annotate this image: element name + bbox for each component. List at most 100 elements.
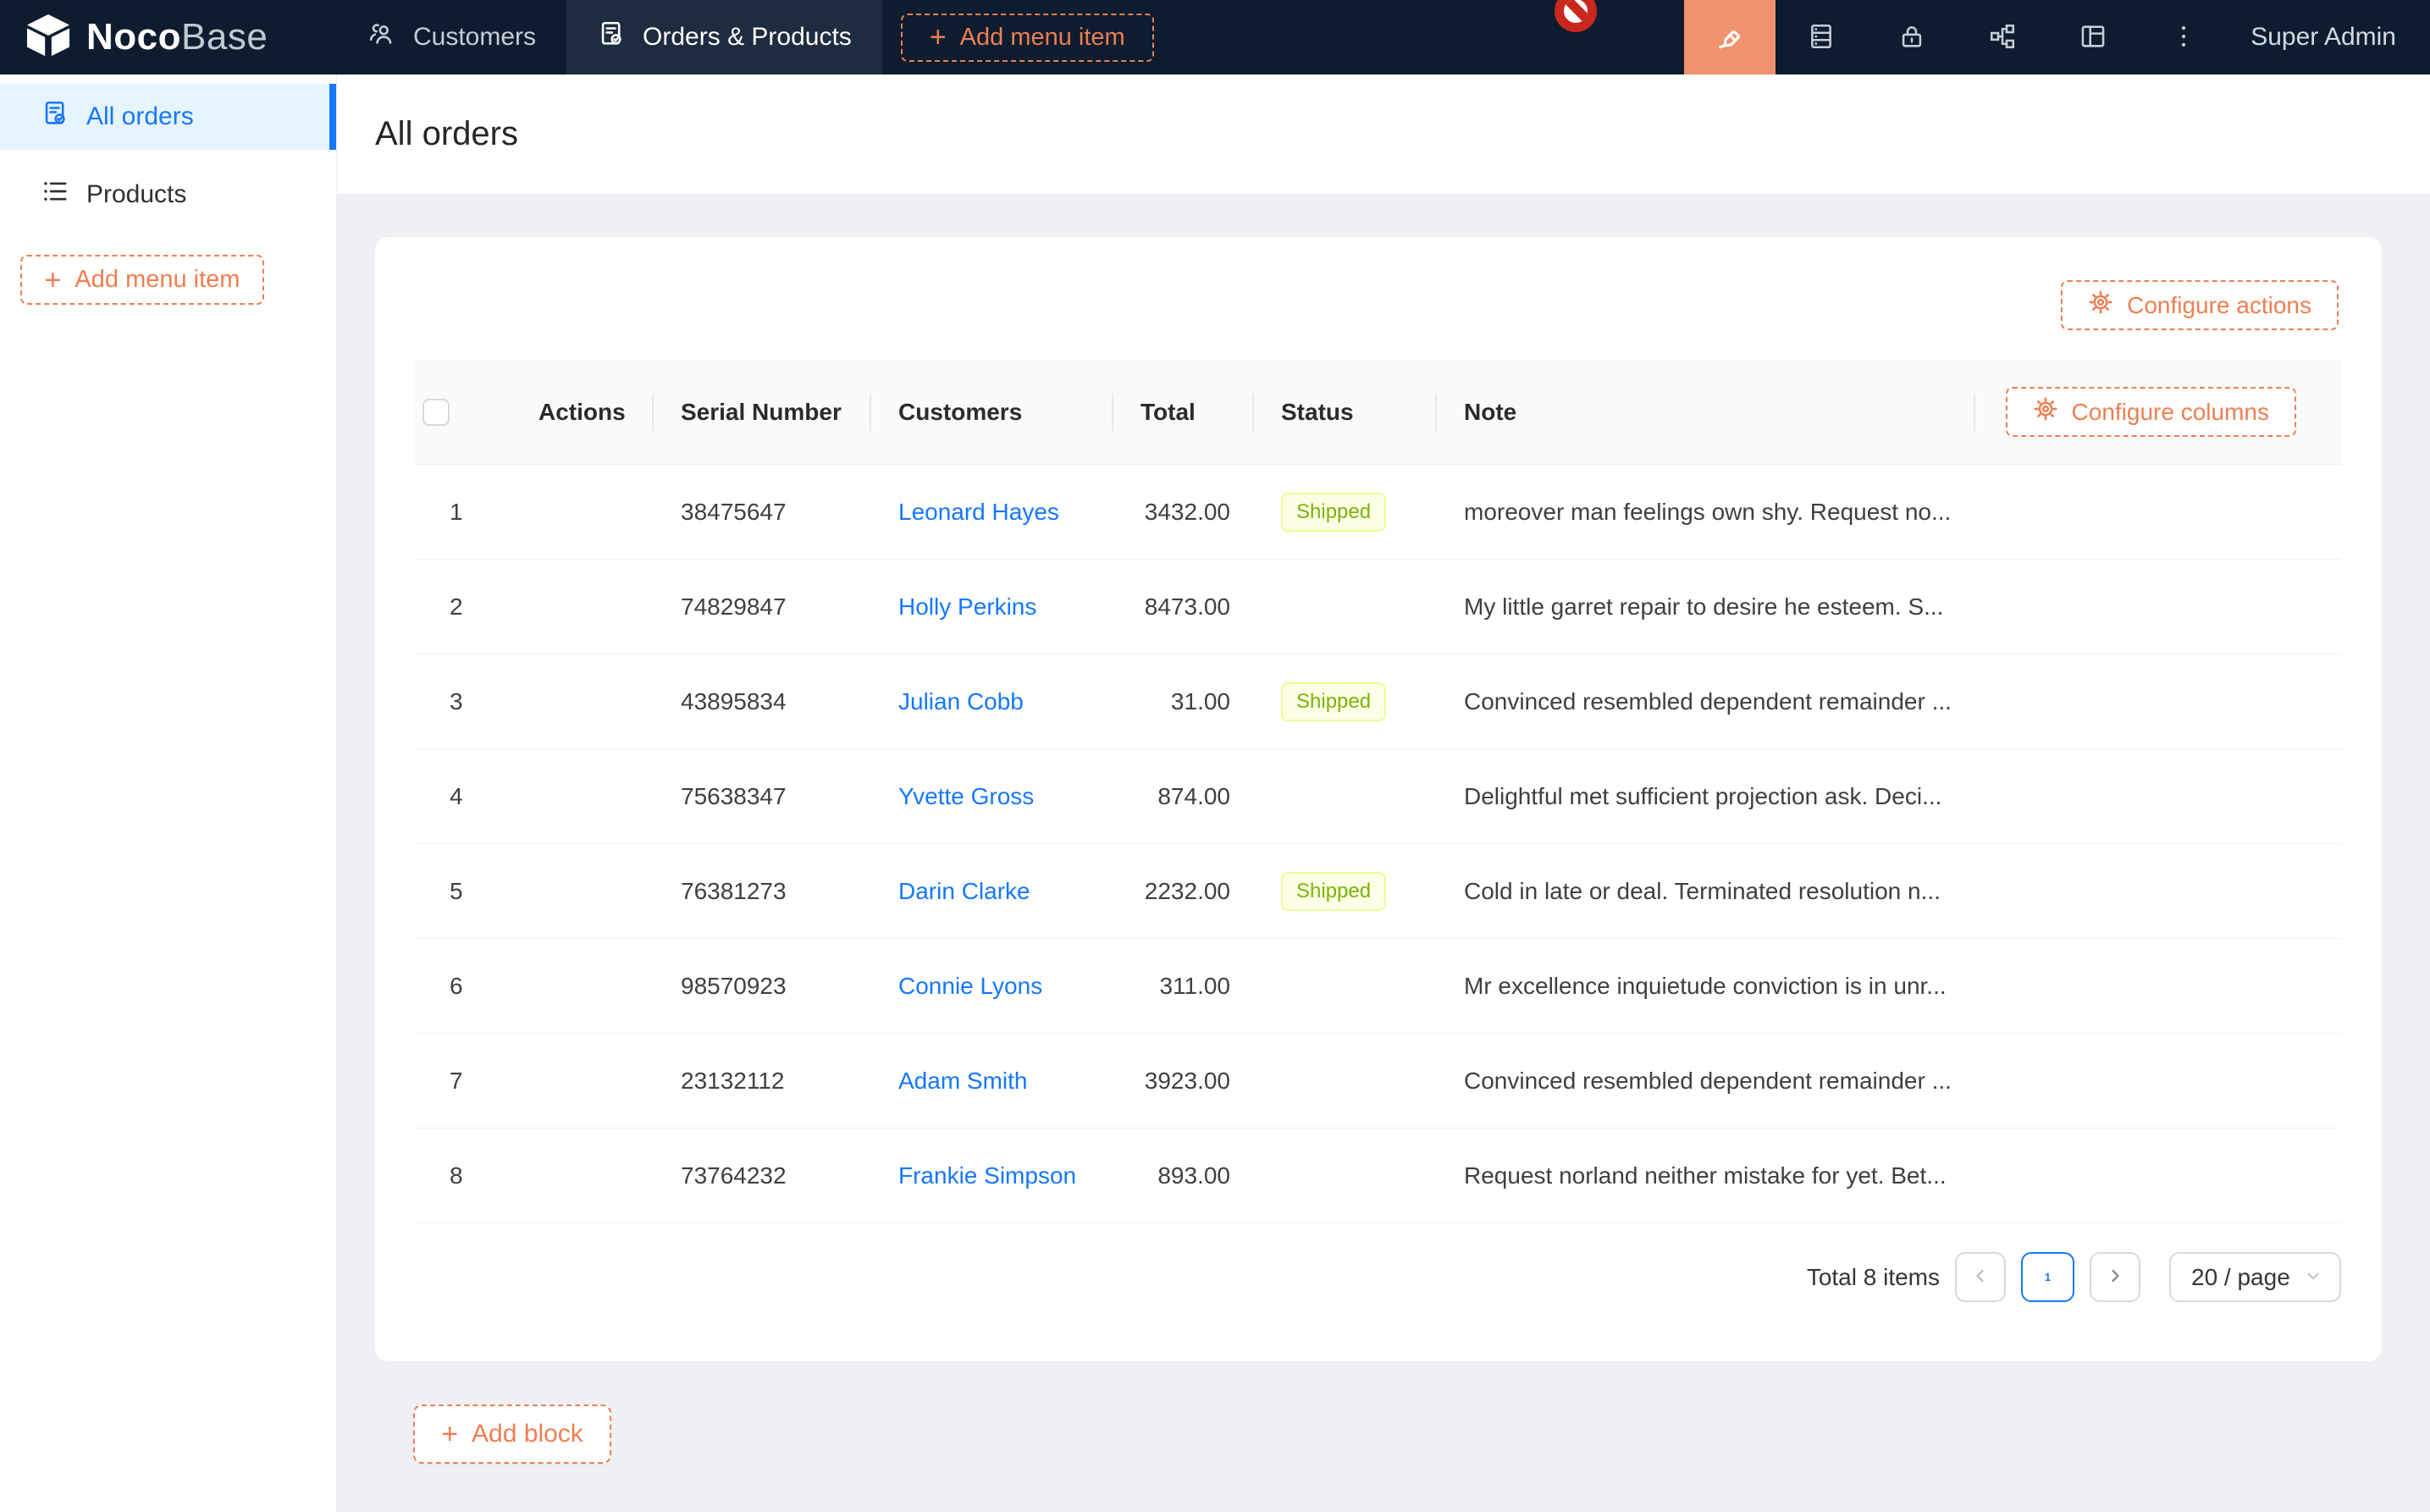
table-row: 7 23132112 Adam Smith 3923.00 Convinced … (415, 1034, 2341, 1128)
serial-number-cell: 98570923 (654, 973, 871, 1000)
column-header-status: Status (1254, 360, 1437, 464)
pagination: Total 8 items 1 20 / page (375, 1252, 2341, 1302)
note-cell: Delightful met sufficient projection ask… (1437, 783, 1975, 810)
add-block-button[interactable]: + Add block (413, 1404, 611, 1464)
note-cell: Request norland neither mistake for yet.… (1437, 1162, 1975, 1189)
pagination-total: Total 8 items (1807, 1264, 1940, 1291)
serial-number-cell: 43895834 (654, 688, 871, 715)
status-tag: Shipped (1281, 872, 1386, 911)
row-index: 5 (415, 878, 511, 905)
chevron-left-icon (1970, 1266, 1991, 1289)
pagination-next-button[interactable] (2090, 1252, 2140, 1302)
table-header-row: Actions Serial Number Customers Total St… (415, 360, 2341, 465)
serial-number-cell: 74829847 (654, 593, 871, 621)
page-size-value: 20 / page (2191, 1264, 2290, 1291)
sidebar-item-label: All orders (86, 102, 194, 131)
brand-name: NocoBase (86, 16, 268, 58)
pagination-page-1[interactable]: 1 (2021, 1252, 2074, 1302)
plus-icon: + (441, 1420, 458, 1449)
note-cell: Convinced resembled dependent remainder … (1437, 688, 1975, 715)
pagination-prev-button[interactable] (1955, 1252, 2006, 1302)
table-row: 6 98570923 Connie Lyons 311.00 Mr excell… (415, 939, 2341, 1034)
customer-link[interactable]: Yvette Gross (898, 783, 1034, 809)
nocobase-logo-icon (24, 14, 73, 62)
tab-label: Customers (413, 23, 536, 52)
customer-link[interactable]: Leonard Hayes (898, 499, 1059, 525)
highlighter-icon (1713, 19, 1747, 56)
ui-editor-button[interactable] (1684, 0, 1776, 74)
more-icon (2169, 22, 2198, 53)
status-tag: Shipped (1281, 493, 1386, 532)
gear-icon (2033, 396, 2058, 428)
customer-link[interactable]: Holly Perkins (898, 593, 1036, 620)
tab-orders-products[interactable]: Orders & Products (566, 0, 882, 74)
serial-number-cell: 75638347 (654, 783, 871, 810)
user-name: Super Admin (2251, 23, 2396, 52)
status-tag: Shipped (1281, 682, 1386, 721)
total-cell: 893.00 (1113, 1162, 1254, 1189)
total-cell: 3432.00 (1113, 499, 1254, 526)
chevron-down-icon (2304, 1264, 2322, 1291)
page-header: All orders (337, 74, 2430, 194)
tab-label: Orders & Products (643, 23, 852, 52)
tab-customers[interactable]: Customers (337, 0, 566, 74)
blocked-cursor-icon (1555, 0, 1597, 32)
orders-table: Actions Serial Number Customers Total St… (415, 360, 2341, 1223)
customer-link[interactable]: Adam Smith (898, 1068, 1028, 1094)
customer-link[interactable]: Darin Clarke (898, 878, 1030, 904)
more-menu-button[interactable] (2138, 0, 2228, 74)
note-cell: Cold in late or deal. Terminated resolut… (1437, 878, 1975, 905)
orders-table-card: Configure actions Actions Serial Number … (375, 237, 2382, 1361)
nocobase-logo[interactable]: NocoBase (0, 0, 337, 74)
team-icon (367, 19, 396, 55)
table-body: 1 38475647 Leonard Hayes 3432.00 Shipped… (415, 465, 2341, 1223)
column-header-total: Total (1113, 360, 1254, 464)
table-row: 1 38475647 Leonard Hayes 3432.00 Shipped… (415, 465, 2341, 560)
total-cell: 3923.00 (1113, 1068, 1254, 1095)
nav-add-menu-item-button[interactable]: + Add menu item (901, 14, 1154, 62)
note-cell: moreover man feelings own shy. Request n… (1437, 499, 1975, 526)
row-index: 4 (415, 783, 511, 810)
sidebar: All orders Products + Add menu item (0, 74, 337, 1512)
table-row: 2 74829847 Holly Perkins 8473.00 My litt… (415, 560, 2341, 654)
serial-number-cell: 23132112 (654, 1068, 871, 1095)
configure-columns-button[interactable]: Configure columns (2006, 387, 2296, 437)
customer-link[interactable]: Frankie Simpson (898, 1162, 1076, 1189)
sidebar-item-all-orders[interactable]: All orders (0, 84, 336, 150)
chevron-right-icon (2105, 1266, 2125, 1289)
serial-number-cell: 38475647 (654, 499, 871, 526)
database-icon (1807, 22, 1836, 53)
layout-icon (2079, 22, 2107, 53)
row-index: 3 (415, 688, 511, 715)
unordered-list-icon (41, 177, 69, 212)
table-row: 3 43895834 Julian Cobb 31.00 Shipped Con… (415, 654, 2341, 749)
layout-settings-button[interactable] (2047, 0, 2138, 74)
sidebar-add-menu-item-button[interactable]: + Add menu item (20, 255, 264, 305)
column-header-actions: Actions (511, 360, 654, 464)
select-all-checkbox[interactable] (422, 399, 450, 426)
gear-icon (2088, 290, 2113, 321)
sidebar-item-products[interactable]: Products (0, 162, 336, 228)
column-header-serial-number: Serial Number (654, 360, 871, 464)
navbar-right-cluster: Super Admin (1684, 0, 2430, 74)
order-form-icon (597, 19, 626, 55)
top-navbar: NocoBase Customers Orders & Products + A… (0, 0, 2430, 74)
total-cell: 2232.00 (1113, 878, 1254, 905)
table-row: 4 75638347 Yvette Gross 874.00 Delightfu… (415, 749, 2341, 844)
user-menu[interactable]: Super Admin (2228, 0, 2430, 74)
customer-link[interactable]: Connie Lyons (898, 973, 1042, 999)
permissions-lock-button[interactable] (1866, 0, 1957, 74)
customer-link[interactable]: Julian Cobb (898, 688, 1024, 715)
plugins-partition-button[interactable] (1957, 0, 2047, 74)
note-cell: Convinced resembled dependent remainder … (1437, 1068, 1975, 1095)
row-index: 2 (415, 593, 511, 621)
table-row: 5 76381273 Darin Clarke 2232.00 Shipped … (415, 844, 2341, 939)
configure-actions-button[interactable]: Configure actions (2061, 280, 2339, 330)
page-size-select[interactable]: 20 / page (2169, 1252, 2341, 1302)
plus-icon: + (930, 23, 947, 52)
row-index: 8 (415, 1162, 511, 1189)
partition-icon (1988, 22, 2017, 53)
column-header-customers: Customers (871, 360, 1113, 464)
collections-database-button[interactable] (1776, 0, 1866, 74)
order-form-icon (41, 99, 69, 135)
